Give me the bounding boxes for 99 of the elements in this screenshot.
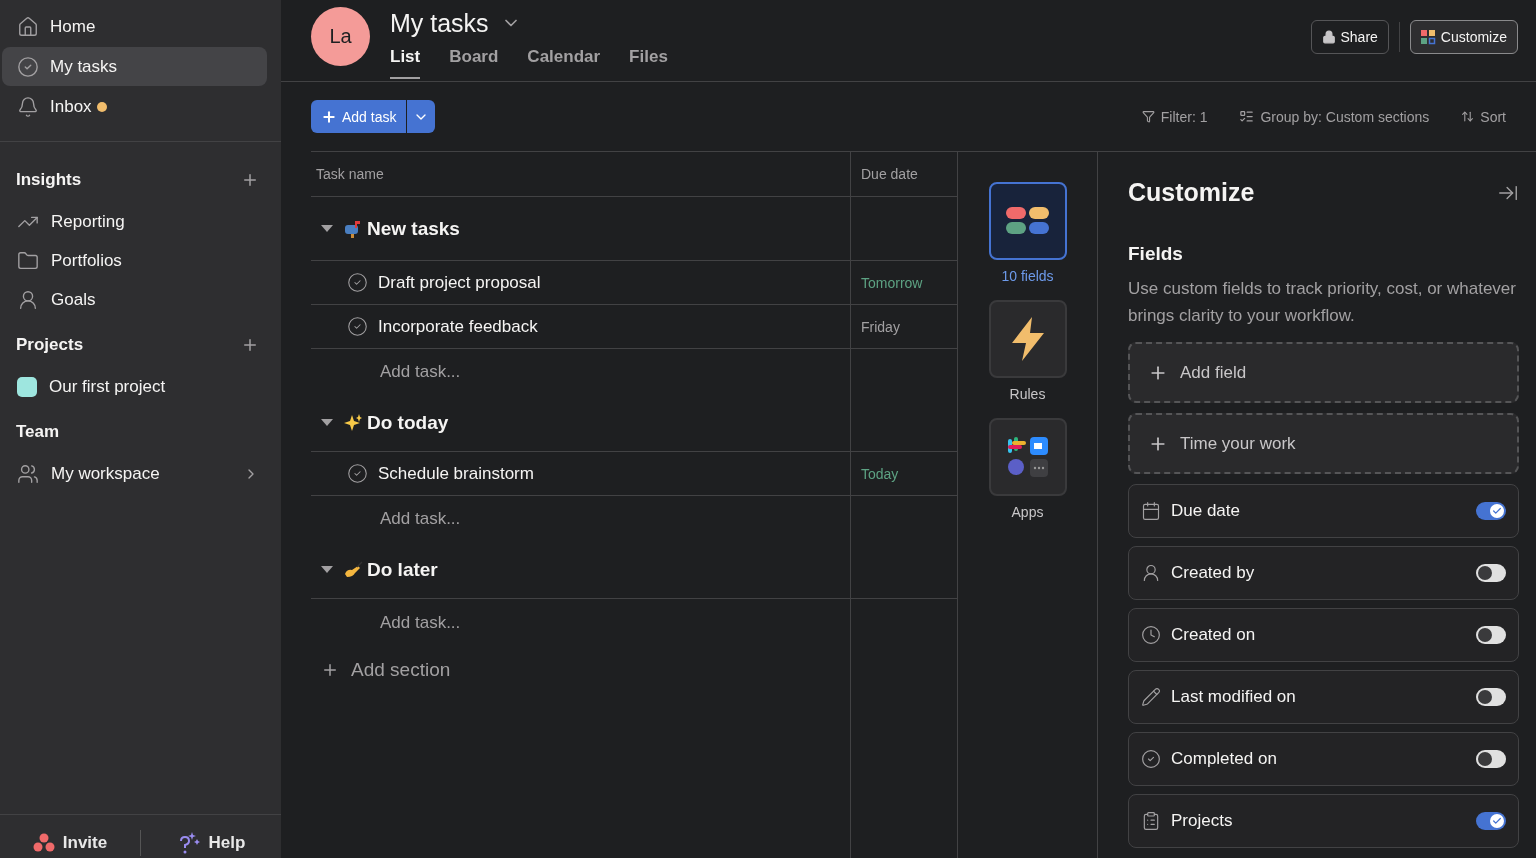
section-heading: Projects	[16, 335, 84, 355]
sparkles-icon	[343, 412, 363, 433]
customize-button[interactable]: Customize	[1409, 20, 1518, 54]
share-button[interactable]: Share	[1310, 20, 1389, 54]
avatar[interactable]: La	[311, 7, 370, 66]
due-date[interactable]: Today	[851, 465, 899, 482]
toggle-switch[interactable]	[1476, 626, 1506, 644]
add-field-button[interactable]: Add field	[1128, 342, 1519, 403]
sidebar-item[interactable]: Portfolios	[0, 241, 281, 280]
nav-item[interactable]: Home	[2, 7, 267, 46]
toggle-switch[interactable]	[1476, 750, 1506, 768]
rail-label: Rules	[1009, 386, 1046, 402]
help-button[interactable]: Help	[140, 830, 281, 856]
field-label: Due date	[1171, 501, 1241, 521]
fields-description: Use custom fields to track priority, cost, or whatever brings clarity to your workflow.	[1128, 278, 1517, 327]
field-label: Last modified on	[1171, 687, 1297, 707]
rail-button[interactable]	[988, 182, 1067, 260]
section-title: New tasks	[367, 217, 460, 240]
section-title: Do later	[367, 558, 438, 581]
toggle-switch[interactable]	[1476, 812, 1506, 830]
view-tab[interactable]: Calendar	[527, 47, 601, 79]
sidebar-item[interactable]: Reporting	[0, 202, 281, 241]
due-date[interactable]: Tomorrow	[851, 274, 923, 291]
toggle-switch[interactable]	[1476, 564, 1506, 582]
add-task-placeholder[interactable]: Add task...	[380, 612, 461, 633]
pencil-icon	[1141, 687, 1161, 707]
group-by-button[interactable]: Group by: Custom sections	[1239, 108, 1430, 125]
view-tab[interactable]: List	[390, 47, 421, 79]
add-task-placeholder[interactable]: Add task...	[380, 508, 461, 529]
people-icon	[17, 462, 39, 485]
add-section-button[interactable]: Add section	[311, 659, 451, 681]
add-task-button[interactable]: Add task	[311, 100, 408, 133]
lightning-icon	[1009, 317, 1046, 361]
sort-icon	[1461, 110, 1475, 123]
field-label: Projects	[1171, 811, 1234, 831]
toggle-switch[interactable]	[1476, 502, 1506, 520]
view-tab[interactable]: Files	[629, 47, 668, 79]
add-icon[interactable]	[241, 336, 259, 354]
rail-button[interactable]	[988, 418, 1067, 496]
check-circle-icon	[1141, 749, 1161, 769]
panel-title: Customize	[1128, 178, 1255, 207]
clipboard-icon	[1141, 811, 1161, 831]
task-name[interactable]: Schedule brainstorm	[378, 463, 534, 484]
sidebar-item[interactable]: My workspace	[0, 454, 281, 493]
sidebar-item[interactable]: Goals	[0, 280, 281, 319]
lock-icon	[1321, 30, 1336, 44]
sort-button[interactable]: Sort	[1461, 108, 1506, 125]
person-icon	[1141, 563, 1161, 583]
home-icon	[17, 15, 39, 38]
add-task-dropdown-button[interactable]	[407, 100, 436, 133]
complete-check-icon[interactable]	[347, 316, 368, 337]
rail-button[interactable]	[988, 300, 1067, 378]
check-circle-icon	[17, 55, 39, 78]
folder-icon	[17, 249, 39, 272]
mailbox-icon	[343, 218, 363, 239]
nav-item[interactable]: My tasks	[2, 47, 267, 86]
task-name[interactable]: Incorporate feedback	[378, 316, 538, 337]
rail-label: 10 fields	[1001, 268, 1054, 284]
section-title: Do today	[367, 411, 449, 434]
collapse-triangle-icon[interactable]	[321, 418, 333, 427]
add-icon[interactable]	[241, 171, 259, 189]
invite-button[interactable]: Invite	[0, 830, 140, 856]
check-icon	[1492, 816, 1502, 826]
field-label: Completed on	[1171, 749, 1278, 769]
plus-icon	[321, 108, 337, 125]
three-dots-logo-icon	[32, 833, 55, 853]
list-icon	[1239, 109, 1255, 124]
bell-icon	[17, 95, 39, 118]
fields-heading: Fields	[1128, 243, 1184, 265]
filter-button[interactable]: Filter: 1	[1141, 108, 1208, 125]
plus-icon	[321, 661, 339, 679]
check-icon	[1492, 506, 1502, 516]
column-header: Due date	[860, 166, 918, 182]
filter-icon	[1141, 110, 1155, 123]
toggle-switch[interactable]	[1476, 688, 1506, 706]
column-header: Task name	[316, 166, 384, 182]
collapse-triangle-icon[interactable]	[321, 565, 333, 574]
app-logos-icon	[1005, 435, 1050, 479]
person-icon	[17, 288, 39, 311]
rail-label: Apps	[1011, 504, 1044, 520]
due-date[interactable]: Friday	[851, 318, 900, 335]
sidebar-item[interactable]: Our first project	[0, 367, 281, 406]
nav-item[interactable]: Inbox	[2, 87, 267, 126]
color-grid-icon	[1420, 29, 1436, 45]
task-name[interactable]: Draft project proposal	[378, 272, 541, 293]
field-label: Created by	[1171, 563, 1256, 583]
add-field-button[interactable]: Time your work	[1128, 413, 1519, 474]
complete-check-icon[interactable]	[347, 272, 368, 293]
field-label: Created on	[1171, 625, 1257, 645]
fields-grid-icon	[1005, 207, 1050, 235]
view-tab[interactable]: Board	[449, 47, 499, 79]
calendar-icon	[1141, 501, 1161, 521]
section-heading: Insights	[16, 170, 82, 190]
clock-icon	[1141, 625, 1161, 645]
page-title: My tasks	[390, 8, 489, 38]
add-task-placeholder[interactable]: Add task...	[380, 361, 461, 382]
complete-check-icon[interactable]	[347, 463, 368, 484]
collapse-triangle-icon[interactable]	[321, 224, 333, 233]
section-heading: Team	[16, 422, 60, 442]
